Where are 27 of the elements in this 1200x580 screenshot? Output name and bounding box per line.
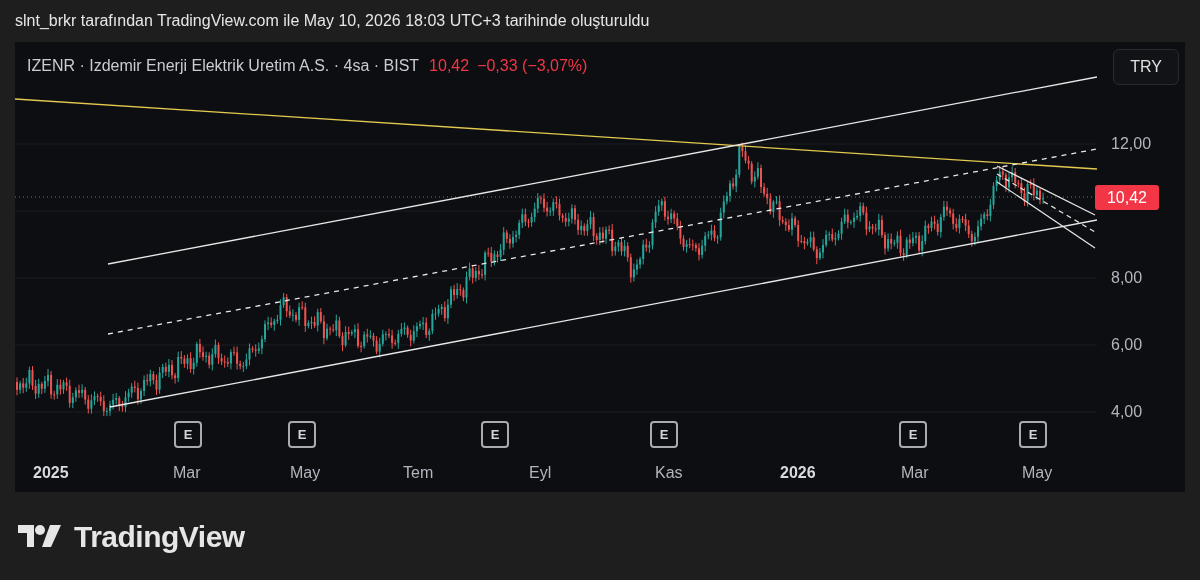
month-label: Eyl: [529, 463, 552, 483]
logo-wordmark: TradingView: [74, 518, 245, 555]
month-label: May: [1022, 463, 1053, 483]
earnings-marker[interactable]: E: [1019, 421, 1047, 448]
price-change: −0,33 (−3,07%): [477, 56, 588, 76]
symbol-title: IZENR · Izdemir Enerji Elektrik Uretim A.S. · 4sa · BIST: [27, 56, 420, 76]
logo-icon: [18, 524, 62, 548]
earnings-marker[interactable]: E: [481, 421, 509, 448]
month-label: May: [290, 463, 321, 483]
price-tick: 8,00: [1111, 268, 1143, 288]
earnings-marker[interactable]: E: [650, 421, 678, 448]
price-tick: 6,00: [1111, 335, 1143, 355]
month-label: Kas: [655, 463, 683, 483]
month-label: Tem: [403, 463, 434, 483]
last-price: 10,42: [429, 56, 470, 76]
earnings-marker[interactable]: E: [174, 421, 202, 448]
currency-button[interactable]: TRY: [1113, 49, 1179, 85]
price-badge: 10,42: [1095, 185, 1159, 210]
year-label: 2026: [780, 463, 816, 483]
year-label: 2025: [33, 463, 69, 483]
earnings-marker[interactable]: E: [288, 421, 316, 448]
month-label: Mar: [173, 463, 201, 483]
month-label: Mar: [901, 463, 929, 483]
price-tick: 4,00: [1111, 402, 1143, 422]
snapshot-caption: slnt_brkr tarafından TradingView.com ile May 10, 2026 18:03 UTC+3 tarihinde oluşturuldu: [15, 11, 650, 31]
price-tick: 12,00: [1111, 134, 1152, 154]
earnings-marker[interactable]: E: [899, 421, 927, 448]
